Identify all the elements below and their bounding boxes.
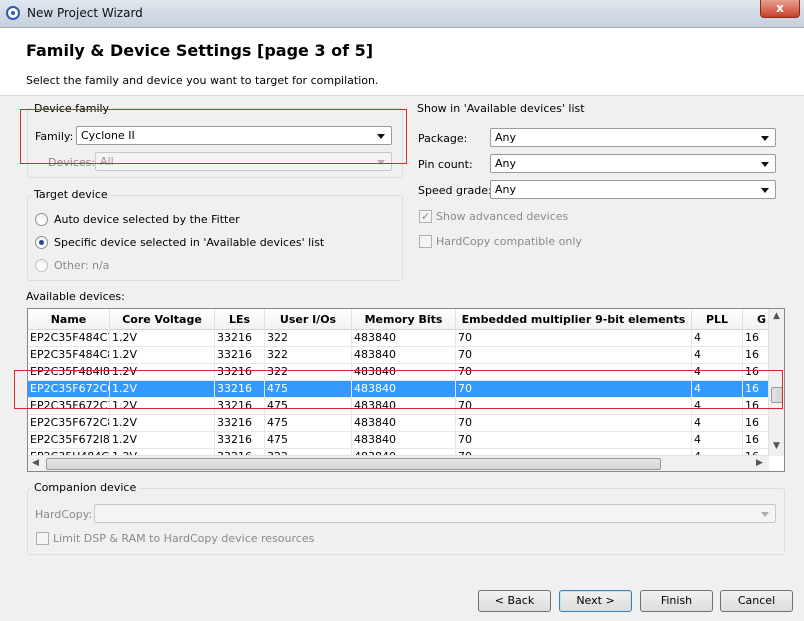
table-cell: EP2C35F484C8 [30,347,110,363]
back-button[interactable]: < Back [478,590,551,612]
specific-device-radio[interactable] [35,236,48,249]
table-cell: EP2C35F672C8 [30,415,110,431]
hardcopy-dropdown[interactable] [94,504,776,523]
scroll-down-icon[interactable]: ▼ [773,441,780,451]
table-cell: 4 [692,347,743,363]
cancel-button[interactable]: Cancel [720,590,793,612]
table-cell: 16 [743,415,769,431]
chevron-down-icon [761,162,769,167]
column-header[interactable]: Name [28,309,110,330]
speed-grade-dropdown[interactable]: Any [490,180,776,199]
scroll-right-icon[interactable]: ▶ [756,458,763,468]
table-cell: 33216 [215,432,265,448]
table-header: Name Core Voltage LEs User I/Os Memory B… [28,309,769,330]
family-highlight-box [20,109,407,164]
table-cell: 475 [265,432,352,448]
table-cell: 483840 [352,347,456,363]
table-cell: 16 [743,330,769,346]
limit-dsp-ram-checkbox[interactable] [36,532,49,545]
horizontal-scrollbar[interactable]: ◀ ▶ [28,455,769,471]
table-cell: 4 [692,330,743,346]
chevron-down-icon [761,188,769,193]
table-row[interactable]: EP2C35F672I8 1.2V 33216 475 483840 70 4 16 [28,432,769,449]
hardcopy-compatible-checkbox[interactable] [419,235,432,248]
scroll-up-icon[interactable]: ▲ [773,311,780,321]
pin-count-dropdown[interactable]: Any [490,154,776,173]
show-advanced-checkbox[interactable]: ✓ [419,210,432,223]
table-cell: 322 [265,330,352,346]
table-cell: 483840 [352,432,456,448]
scroll-left-icon[interactable]: ◀ [32,458,39,468]
auto-device-label: Auto device selected by the Fitter [54,213,240,226]
speed-grade-label: Speed grade: [418,184,492,197]
table-cell: EP2C35F672I8 [30,432,110,448]
wizard-header: Family & Device Settings [page 3 of 5] S… [0,29,804,95]
table-cell: 33216 [215,347,265,363]
limit-dsp-ram-label: Limit DSP & RAM to HardCopy device resou… [53,532,315,545]
available-devices-label: Available devices: [26,290,125,303]
table-cell: 322 [265,347,352,363]
pin-count-label: Pin count: [418,158,473,171]
table-cell: 70 [456,330,692,346]
column-header[interactable]: G [743,309,769,330]
package-label: Package: [418,132,468,145]
table-cell: 1.2V [110,432,215,448]
table-cell: 16 [743,432,769,448]
hardcopy-label: HardCopy: [35,508,93,521]
table-row[interactable]: EP2C35F484C7 1.2V 33216 322 483840 70 4 16 [28,330,769,347]
column-header[interactable]: LEs [215,309,265,330]
table-cell: 1.2V [110,347,215,363]
table-cell: 483840 [352,415,456,431]
table-cell: 70 [456,415,692,431]
table-cell: 483840 [352,330,456,346]
column-header[interactable]: User I/Os [265,309,352,330]
title-bar: New Project Wizard x [0,0,804,28]
quartus-app-icon [6,6,20,20]
table-cell: 70 [456,432,692,448]
table-cell: 33216 [215,330,265,346]
auto-device-radio[interactable] [35,213,48,226]
selected-device-highlight-box [14,370,783,409]
package-value: Any [495,131,517,144]
chevron-down-icon [761,512,769,517]
table-cell: 1.2V [110,330,215,346]
horizontal-scroll-thumb[interactable] [46,458,661,470]
table-cell: 70 [456,347,692,363]
finish-button[interactable]: Finish [640,590,713,612]
other-device-value: n/a [92,259,110,272]
pin-count-value: Any [495,157,517,170]
table-cell: 16 [743,347,769,363]
speed-grade-value: Any [495,183,517,196]
close-button[interactable]: x [760,0,800,18]
target-device-group-label: Target device [31,188,111,201]
other-device-radio[interactable] [35,259,48,272]
column-header[interactable]: Embedded multiplier 9-bit elements [456,309,692,330]
table-cell: 4 [692,415,743,431]
table-cell: 33216 [215,415,265,431]
table-cell: 1.2V [110,415,215,431]
page-description: Select the family and device you want to… [26,74,379,87]
other-device-label: Other: [54,259,89,272]
page-title: Family & Device Settings [page 3 of 5] [26,41,374,60]
table-cell: EP2C35F484C7 [30,330,110,346]
column-header[interactable]: PLL [692,309,743,330]
show-advanced-label: Show advanced devices [436,210,569,223]
table-row[interactable]: EP2C35F484C8 1.2V 33216 322 483840 70 4 16 [28,347,769,364]
companion-device-group-label: Companion device [31,481,140,494]
specific-device-label: Specific device selected in 'Available d… [54,236,325,249]
table-row[interactable]: EP2C35F672C8 1.2V 33216 475 483840 70 4 16 [28,415,769,432]
next-button[interactable]: Next > [559,590,632,612]
window-title: New Project Wizard [27,6,143,20]
table-cell: 475 [265,415,352,431]
show-in-list-group-label: Show in 'Available devices' list [414,102,588,115]
column-header[interactable]: Memory Bits [352,309,456,330]
package-dropdown[interactable]: Any [490,128,776,147]
table-cell: 4 [692,432,743,448]
chevron-down-icon [761,136,769,141]
column-header[interactable]: Core Voltage [110,309,215,330]
hardcopy-compatible-label: HardCopy compatible only [436,235,582,248]
